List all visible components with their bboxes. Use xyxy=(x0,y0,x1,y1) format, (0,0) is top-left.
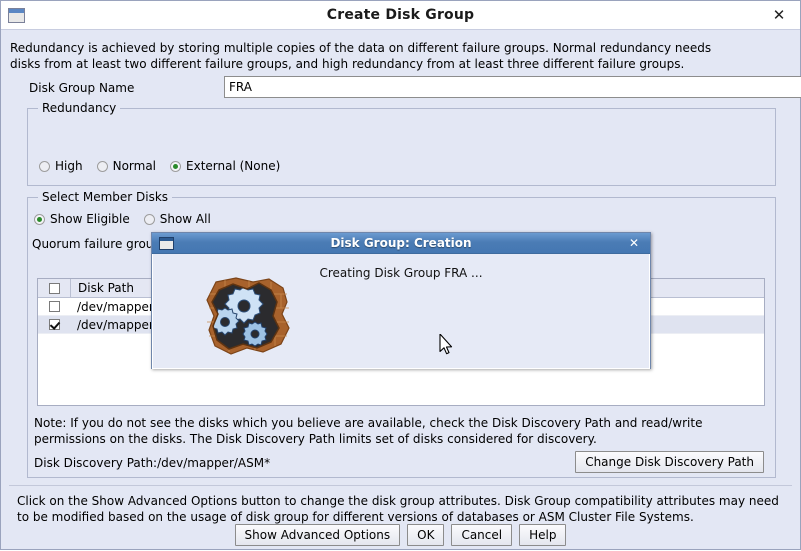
radio-show-all[interactable]: Show All xyxy=(143,212,211,226)
row-checkbox-cell[interactable] xyxy=(38,298,70,315)
radio-redundancy-normal[interactable]: Normal xyxy=(96,159,157,173)
radio-dot-icon xyxy=(96,160,108,172)
radio-label: High xyxy=(55,159,83,173)
table-header-checkbox-cell[interactable] xyxy=(38,279,71,297)
redundancy-group: Redundancy xyxy=(27,101,776,186)
window-icon xyxy=(8,7,25,23)
radio-label: Show All xyxy=(159,212,211,226)
radio-redundancy-external[interactable]: External (None) xyxy=(170,159,280,173)
window-title: Create Disk Group xyxy=(326,7,475,23)
radio-dot-icon xyxy=(170,160,182,172)
disk-discovery-path-label: Disk Discovery Path:/dev/mapper/ASM* xyxy=(34,456,271,470)
show-advanced-options-button[interactable]: Show Advanced Options xyxy=(234,524,401,546)
row-checkbox[interactable] xyxy=(48,319,60,330)
radio-dot-icon xyxy=(39,160,50,172)
modal-titlebar: Disk Group: Creation ✕ xyxy=(152,233,650,254)
select-member-disks-legend: Select Member Disks xyxy=(38,190,173,204)
footer-button-bar: Show Advanced Options OK Cancel Help xyxy=(1,524,800,546)
disk-group-name-input[interactable] xyxy=(224,76,801,98)
window-titlebar: Create Disk Group ✕ xyxy=(1,1,800,30)
modal-title: Disk Group: Creation xyxy=(330,236,472,250)
window-icon xyxy=(159,236,174,250)
table-header-disk-path: Disk Path xyxy=(78,281,134,295)
row-checkbox[interactable] xyxy=(48,301,60,312)
window-content: Disk Group Name Redundancy Redundancy is… xyxy=(1,30,801,551)
mouse-cursor-icon xyxy=(439,334,453,355)
disk-discovery-note: Note: If you do not see the disks which … xyxy=(34,416,703,446)
row-checkbox-cell[interactable] xyxy=(38,316,70,333)
radio-label: Normal xyxy=(112,159,157,173)
create-disk-group-window: Create Disk Group ✕ Disk Group Name Redu… xyxy=(0,0,801,550)
close-icon[interactable]: ✕ xyxy=(626,235,642,251)
radio-dot-icon xyxy=(34,213,45,225)
radio-dot-icon xyxy=(143,213,155,225)
help-button[interactable]: Help xyxy=(519,524,567,546)
redundancy-radio-group: High Normal External (None) xyxy=(39,159,294,173)
disk-filter-radio-group: Show Eligible Show All xyxy=(34,212,225,226)
gears-in-broken-wall-icon xyxy=(206,277,290,355)
redundancy-legend: Redundancy xyxy=(38,101,121,115)
ok-button[interactable]: OK xyxy=(407,524,445,546)
footer-divider xyxy=(9,485,792,486)
footer-help-text: Click on the Show Advanced Options butto… xyxy=(17,494,779,524)
cancel-button[interactable]: Cancel xyxy=(451,524,513,546)
disk-group-name-row: Disk Group Name xyxy=(29,76,801,100)
modal-body: Creating Disk Group FRA ... xyxy=(152,254,650,369)
radio-redundancy-high[interactable]: High xyxy=(39,159,83,173)
disk-group-name-label: Disk Group Name xyxy=(29,81,135,95)
radio-label: External (None) xyxy=(186,159,281,173)
disk-group-creation-dialog: Disk Group: Creation ✕ Creating Disk Gro… xyxy=(151,232,651,369)
redundancy-description: Redundancy is achieved by storing multip… xyxy=(10,41,712,71)
cell-disk-path: /dev/mapper xyxy=(77,317,154,332)
radio-label: Show Eligible xyxy=(50,212,130,226)
close-icon[interactable]: ✕ xyxy=(768,5,790,25)
change-disk-discovery-path-button[interactable]: Change Disk Discovery Path xyxy=(575,451,764,473)
select-all-checkbox[interactable] xyxy=(48,282,60,294)
cell-disk-path: /dev/mapper xyxy=(77,299,154,314)
radio-show-eligible[interactable]: Show Eligible xyxy=(34,212,130,226)
